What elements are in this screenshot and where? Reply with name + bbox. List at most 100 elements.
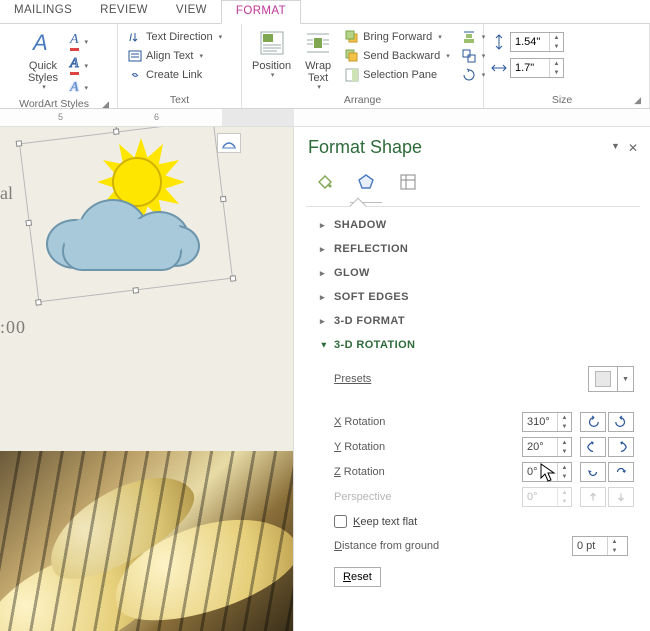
wrap-text-icon [303,28,333,58]
presets-label: Presets [334,373,588,385]
ruler-mark-6: 6 [154,112,159,122]
x-rot-down[interactable]: ▼ [558,422,571,431]
y-rot-right-button[interactable] [608,437,634,457]
section-3d-rotation-body: Presets ▼ X Rotation ▲▼ Y Rotation ▲▼ Z … [308,357,638,591]
pane-tab-effects[interactable] [354,170,378,194]
create-link-button[interactable]: Create Link [124,66,226,84]
section-3d-format-label: 3-D FORMAT [334,315,405,327]
svg-text:A: A [31,30,48,55]
shape-width-input[interactable]: ▲▼ [510,58,564,78]
layout-options-button[interactable] [217,133,241,153]
y-rot-up[interactable]: ▲ [558,438,571,447]
z-rot-ccw-button[interactable] [580,462,606,482]
height-up[interactable]: ▲ [550,33,563,42]
z-rot-cw-button[interactable] [608,462,634,482]
resize-handle-e[interactable] [220,196,227,203]
perspective-wide-button [608,487,634,507]
wrap-text-label: Wrap Text [305,60,331,84]
position-label: Position [252,60,291,72]
presets-preview[interactable] [588,366,618,392]
perspective-narrow-button [580,487,606,507]
text-direction-button[interactable]: I Text Direction▾ [124,28,226,46]
persp-down: ▼ [558,497,571,506]
wordart-effects-button[interactable]: A▾ [66,78,92,98]
section-glow[interactable]: ▸GLOW [308,261,638,285]
section-3d-rotation[interactable]: ▸3-D ROTATION [308,333,638,357]
wordart-outline-button[interactable]: A▾ [66,54,92,77]
size-dialog-launcher[interactable]: ◢ [634,95,643,108]
persp-up: ▲ [558,488,571,497]
width-up[interactable]: ▲ [550,59,563,68]
keep-text-flat-checkbox[interactable]: Keep text flat [334,515,634,528]
selection-pane-button[interactable]: Selection Pane [341,66,454,84]
align-text-button[interactable]: Align Text▾ [124,47,226,65]
resize-handle-s[interactable] [132,287,139,294]
z-rot-up[interactable]: ▲ [558,463,571,472]
document-canvas[interactable]: al :00 [0,127,294,631]
x-rot-left-button[interactable] [580,412,606,432]
text-fill-icon: A [70,32,79,51]
perspective-input: ▲▼ [522,487,572,507]
y-rotation-input[interactable]: ▲▼ [522,437,572,457]
bring-forward-button[interactable]: Bring Forward▾ [341,28,454,46]
resize-handle-n[interactable] [113,128,120,135]
distance-input[interactable]: ▲▼ [572,536,628,556]
section-glow-label: GLOW [334,267,370,279]
section-shadow[interactable]: ▸SHADOW [308,213,638,237]
pane-tab-size[interactable] [396,170,420,194]
shape-selection[interactable] [19,127,233,302]
z-rot-down[interactable]: ▼ [558,472,571,481]
pane-options-button[interactable]: ▼ [611,141,620,155]
width-down[interactable]: ▼ [550,68,563,77]
z-rotation-input[interactable]: ▲▼ [522,462,572,482]
section-3d-rotation-label: 3-D ROTATION [334,339,415,351]
dist-down[interactable]: ▼ [608,546,621,555]
width-icon [490,58,508,78]
pane-tab-fill[interactable] [312,170,336,194]
size-props-icon [398,172,418,192]
resize-handle-nw[interactable] [16,140,23,147]
y-rot-left-button[interactable] [580,437,606,457]
main-area: al :00 [0,127,650,631]
send-backward-button[interactable]: Send Backward▾ [341,47,454,65]
reset-button[interactable]: Reset [334,567,381,587]
selection-pane-label: Selection Pane [363,69,437,81]
tab-review[interactable]: REVIEW [86,0,162,23]
resize-handle-se[interactable] [230,275,237,282]
pane-category-tabs [308,166,638,194]
quick-styles-button[interactable]: A Quick Styles▾ [24,26,62,94]
pane-title: Format Shape [308,137,422,158]
x-rot-right-button[interactable] [608,412,634,432]
format-shape-pane: Format Shape ▼ ✕ ▸SHADOW ▸REFLECTION ▸GL… [294,127,650,631]
wordart-fill-button[interactable]: A▾ [66,30,92,53]
y-rot-down[interactable]: ▼ [558,447,571,456]
bring-forward-label: Bring Forward [363,31,432,43]
group-label-size: Size [490,94,634,108]
group-label-arrange: Arrange [248,94,477,108]
shape-height-input[interactable]: ▲▼ [510,32,564,52]
presets-dropdown[interactable]: ▼ [618,366,634,392]
align-icon [462,30,476,44]
x-rot-up[interactable]: ▲ [558,413,571,422]
x-rotation-input[interactable]: ▲▼ [522,412,572,432]
height-down[interactable]: ▼ [550,42,563,51]
tab-format[interactable]: FORMAT [221,0,301,24]
resize-handle-sw[interactable] [35,299,42,306]
keep-text-flat-label: Keep text flat [353,516,417,528]
align-text-label: Align Text [146,50,194,62]
tab-mailings[interactable]: MAILINGS [0,0,86,23]
layout-options-icon [221,136,237,150]
resize-handle-w[interactable] [25,220,32,227]
section-3d-format[interactable]: ▸3-D FORMAT [308,309,638,333]
horizontal-ruler[interactable]: 5 6 [0,109,650,127]
tab-view[interactable]: VIEW [162,0,221,23]
wrap-text-button[interactable]: Wrap Text▾ [299,26,337,94]
section-soft-edges[interactable]: ▸SOFT EDGES [308,285,638,309]
pane-close-button[interactable]: ✕ [628,141,638,155]
position-button[interactable]: Position▾ [248,26,295,82]
paint-bucket-icon [314,172,334,192]
section-reflection[interactable]: ▸REFLECTION [308,237,638,261]
dist-up[interactable]: ▲ [608,537,621,546]
height-icon [490,32,508,52]
x-rotation-label: X Rotation [334,416,522,428]
